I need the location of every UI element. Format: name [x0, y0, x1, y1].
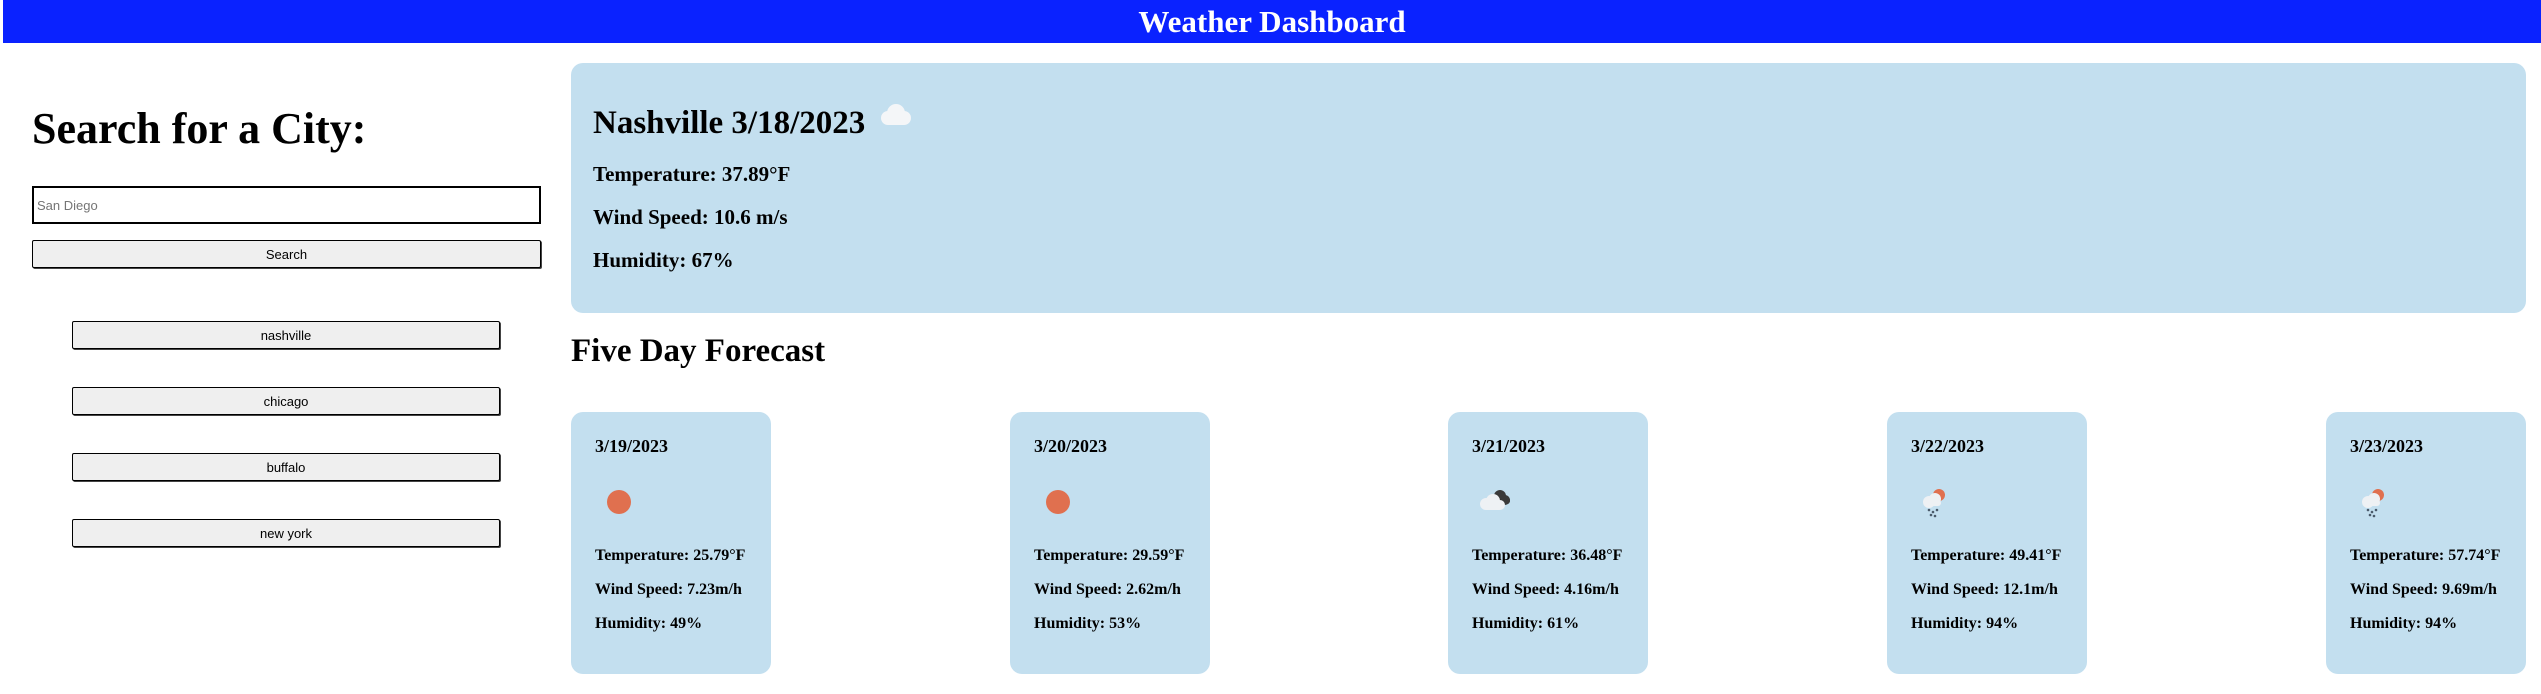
current-city-date: Nashville 3/18/2023	[593, 105, 866, 141]
forecast-humidity: Humidity: 53%	[1034, 615, 1142, 632]
cloud-icon	[877, 103, 913, 132]
history-button-new-york[interactable]: new york	[72, 519, 500, 547]
sun-icon	[599, 482, 639, 522]
forecast-wind-speed: Wind Speed: 9.69m/h	[2350, 581, 2497, 598]
forecast-card: 3/19/2023 Temperature: 25.79°F Wind Spee…	[571, 412, 771, 674]
forecast-humidity: Humidity: 94%	[2350, 615, 2458, 632]
search-button[interactable]: Search	[32, 240, 541, 268]
sun-icon	[1038, 482, 1078, 522]
current-humidity: Humidity: 67%	[593, 248, 734, 272]
forecast-date: 3/22/2023	[1911, 436, 1985, 456]
forecast-date: 3/21/2023	[1472, 436, 1546, 456]
current-temperature: Temperature: 37.89°F	[593, 162, 791, 186]
forecast-card: 3/20/2023 Temperature: 29.59°F Wind Spee…	[1010, 412, 1210, 674]
app-header: Weather Dashboard	[3, 0, 2541, 43]
forecast-wind-speed: Wind Speed: 7.23m/h	[595, 581, 742, 598]
history-button-chicago[interactable]: chicago	[72, 387, 500, 415]
forecast-date: 3/23/2023	[2350, 436, 2424, 456]
forecast-humidity: Humidity: 49%	[595, 615, 703, 632]
forecast-wind-speed: Wind Speed: 12.1m/h	[1911, 581, 2058, 598]
forecast-temperature: Temperature: 49.41°F	[1911, 547, 2062, 564]
forecast-temperature: Temperature: 57.74°F	[2350, 547, 2501, 564]
forecast-card: 3/23/2023 Temperature: 57.74°F Wind Spee…	[2326, 412, 2526, 674]
sun-rain-icon	[2354, 482, 2394, 522]
forecast-temperature: Temperature: 36.48°F	[1472, 547, 1623, 564]
forecast-wind-speed: Wind Speed: 2.62m/h	[1034, 581, 1181, 598]
current-weather-card: Nashville 3/18/2023 Temperature: 37.89°F…	[571, 63, 2526, 313]
forecast-date: 3/20/2023	[1034, 436, 1108, 456]
forecast-humidity: Humidity: 61%	[1472, 615, 1580, 632]
sun-rain-icon	[1915, 482, 1955, 522]
forecast-heading: Five Day Forecast	[571, 333, 826, 369]
search-heading: Search for a City:	[32, 104, 367, 153]
history-button-nashville[interactable]: nashville	[72, 321, 500, 349]
broken-clouds-icon	[1476, 482, 1516, 522]
forecast-wind-speed: Wind Speed: 4.16m/h	[1472, 581, 1619, 598]
city-search-input[interactable]	[32, 186, 541, 224]
forecast-temperature: Temperature: 29.59°F	[1034, 547, 1185, 564]
forecast-card: 3/21/2023 Temperature: 36.48°F Wind Spee…	[1448, 412, 1648, 674]
forecast-temperature: Temperature: 25.79°F	[595, 547, 746, 564]
forecast-card: 3/22/2023 Temperature: 49.41°F Wind Spee…	[1887, 412, 2087, 674]
forecast-date: 3/19/2023	[595, 436, 669, 456]
current-wind-speed: Wind Speed: 10.6 m/s	[593, 205, 788, 229]
app-title: Weather Dashboard	[1138, 3, 1406, 39]
history-button-buffalo[interactable]: buffalo	[72, 453, 500, 481]
forecast-humidity: Humidity: 94%	[1911, 615, 2019, 632]
